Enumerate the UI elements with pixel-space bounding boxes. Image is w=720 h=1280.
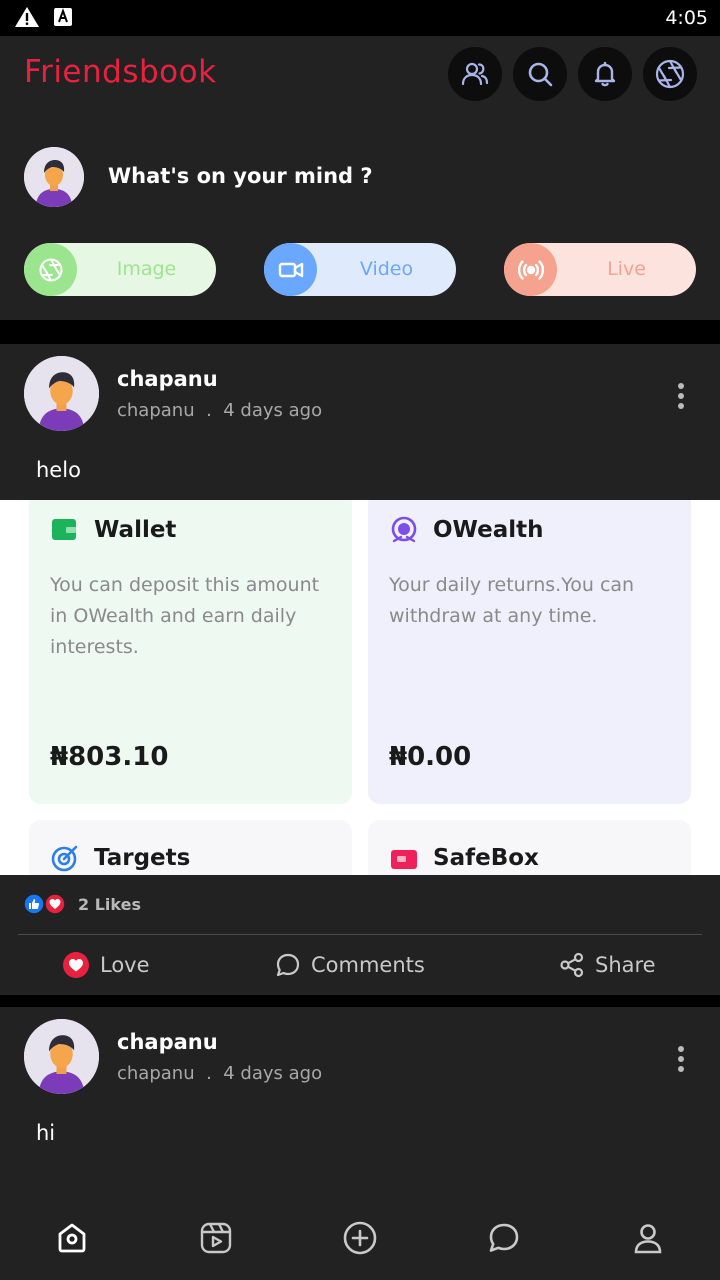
image-button[interactable]: Image <box>24 243 216 296</box>
aperture-icon <box>655 59 685 89</box>
love-button[interactable]: Love <box>62 950 150 980</box>
comments-label: Comments <box>311 953 425 977</box>
live-button[interactable]: Live <box>504 243 696 296</box>
search-icon <box>528 62 553 87</box>
post-image[interactable]: Wallet You can deposit this amount in OW… <box>0 500 720 875</box>
warning-icon <box>15 7 39 27</box>
post-card: chapanu chapanu . 4 days ago helo <box>0 344 720 500</box>
tab-home[interactable] <box>52 1218 92 1258</box>
live-button-circle <box>504 243 557 296</box>
bottom-navigation <box>0 1196 720 1280</box>
card-title: OWealth <box>433 517 544 543</box>
likes-count[interactable]: 2 Likes <box>78 895 141 914</box>
search-button[interactable] <box>513 47 567 101</box>
love-label: Love <box>100 953 150 977</box>
status-time: 4:05 <box>665 7 708 29</box>
post-author[interactable]: chapanu <box>117 1030 218 1054</box>
video-button[interactable]: Video <box>264 243 456 296</box>
app-bar: Friendsbook <box>0 36 720 112</box>
post-composer: What's on your mind ? Image Video Live <box>0 112 720 320</box>
avatar-illustration <box>24 147 84 207</box>
tab-profile[interactable] <box>628 1218 668 1258</box>
video-icon <box>278 262 303 277</box>
card-title: Targets <box>94 845 191 871</box>
bell-icon <box>594 61 616 87</box>
post-time: 4 days ago <box>223 1063 323 1084</box>
post-meta: chapanu . 4 days ago <box>117 400 322 421</box>
heart-reaction-icon <box>44 893 66 915</box>
post-text: helo <box>36 458 81 482</box>
post-username: chapanu <box>117 1063 195 1084</box>
tab-create[interactable] <box>340 1218 380 1258</box>
composer-prompt[interactable]: What's on your mind ? <box>108 164 373 188</box>
card-description: Your daily returns.You can withdraw at a… <box>389 574 635 627</box>
wallet-icon <box>52 519 76 540</box>
heart-icon <box>63 952 89 978</box>
post-meta: chapanu . 4 days ago <box>117 1063 322 1084</box>
wallet-card: Wallet You can deposit this amount in OW… <box>29 500 352 804</box>
post-text: hi <box>36 1121 56 1145</box>
avatar[interactable] <box>24 147 84 207</box>
like-icon <box>23 893 45 915</box>
avatar-illustration <box>24 356 99 431</box>
card-amount: ₦803.10 <box>50 742 169 772</box>
card-description: You can deposit this amount in OWealth a… <box>50 574 320 658</box>
share-label: Share <box>595 953 656 977</box>
divider <box>18 934 702 935</box>
post-time: 4 days ago <box>223 400 323 421</box>
friends-button[interactable] <box>448 47 502 101</box>
chat-icon <box>489 1223 519 1252</box>
broadcast-icon <box>517 259 544 280</box>
tab-reels[interactable] <box>196 1218 236 1258</box>
card-amount: ₦0.00 <box>389 742 472 772</box>
app-title: Friendsbook <box>24 54 217 90</box>
more-options-icon[interactable] <box>678 383 684 413</box>
meta-separator: . <box>206 400 212 421</box>
avatar-illustration <box>24 1019 99 1094</box>
comments-button[interactable]: Comments <box>275 950 425 980</box>
safebox-card: SafeBox <box>368 820 691 875</box>
card-title: Wallet <box>94 517 177 543</box>
friends-icon <box>461 62 489 86</box>
share-icon <box>560 952 584 978</box>
image-button-label: Image <box>116 258 177 280</box>
target-icon <box>51 845 78 872</box>
notifications-button[interactable] <box>578 47 632 101</box>
more-options-icon[interactable] <box>678 1046 684 1076</box>
profile-icon <box>634 1224 662 1254</box>
card-title: SafeBox <box>433 845 539 871</box>
video-button-label: Video <box>359 258 414 280</box>
targets-card: Targets <box>29 820 352 875</box>
owealth-card: OWealth Your daily returns.You can withd… <box>368 500 691 804</box>
image-button-circle <box>24 243 77 296</box>
avatar[interactable] <box>24 1019 99 1094</box>
live-button-label: Live <box>607 258 646 280</box>
post-reactions: 2 Likes Love Comments Share <box>0 875 720 995</box>
owealth-icon <box>391 516 417 543</box>
add-icon <box>343 1221 377 1255</box>
video-button-circle <box>264 243 317 296</box>
post-card: chapanu chapanu . 4 days ago hi <box>0 1007 720 1196</box>
avatar[interactable] <box>24 356 99 431</box>
aperture-icon <box>38 257 63 282</box>
post-username: chapanu <box>117 400 195 421</box>
meta-separator: . <box>206 1063 212 1084</box>
app-notification-icon <box>54 8 72 26</box>
safebox-icon <box>391 850 417 869</box>
camera-button[interactable] <box>643 47 697 101</box>
tab-messages[interactable] <box>484 1218 524 1258</box>
reels-icon <box>200 1222 232 1254</box>
home-icon <box>58 1223 86 1253</box>
comment-icon <box>276 953 300 977</box>
post-author[interactable]: chapanu <box>117 367 218 391</box>
share-button[interactable]: Share <box>559 950 656 980</box>
status-bar: 4:05 <box>0 0 720 36</box>
